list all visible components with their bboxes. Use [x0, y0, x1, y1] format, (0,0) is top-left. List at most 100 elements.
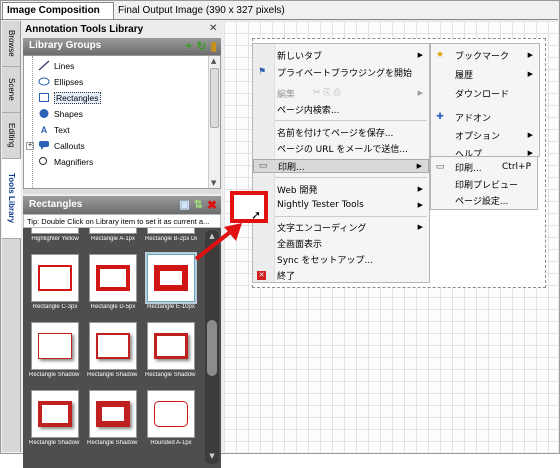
- menu-item-addons[interactable]: ✚ アドオン: [431, 110, 539, 124]
- delete-icon[interactable]: ✖: [207, 198, 217, 212]
- menu-item-label: ページの URL をメールで送信...: [277, 144, 408, 155]
- refresh-icon[interactable]: ↻: [196, 39, 206, 53]
- library-groups-title: Library Groups: [29, 40, 102, 51]
- library-item[interactable]: Rectangle Shadow C-3px: [145, 320, 197, 386]
- expand-icon[interactable]: +: [26, 141, 34, 150]
- menu-item-save-page[interactable]: 名前を付けてページを保存...: [253, 125, 429, 139]
- submenu-arrow-icon: ▶: [527, 70, 533, 78]
- mouse-cursor-icon: ➚: [251, 208, 262, 222]
- library-scrollbar[interactable]: ▲ ▼: [205, 230, 219, 464]
- menu-item-label: 印刷...: [455, 163, 482, 174]
- tree-item-label: Text: [54, 124, 70, 135]
- output-info: Final Output Image (390 x 327 pixels): [118, 5, 285, 16]
- tab-scene[interactable]: Scene: [2, 67, 21, 113]
- tree-item-label: Shapes: [54, 108, 83, 119]
- menu-item-options[interactable]: オプション ▶: [431, 128, 539, 142]
- tree-item-label: Ellipses: [54, 76, 84, 87]
- library-thumb: [89, 322, 137, 370]
- library-item[interactable]: Rectangle C-3px: [29, 252, 81, 318]
- tree-item-rectangles[interactable]: Rectangles: [38, 90, 101, 105]
- tree-item-shapes[interactable]: Shapes: [38, 106, 83, 121]
- menu-item-edit[interactable]: 編集 ✂ ⎘ ⎙ ▶: [253, 86, 429, 100]
- library-item-label: Highlighter Yellow: [31, 236, 79, 242]
- menu-item-private-browsing[interactable]: ⚑ プライベートブラウジングを開始: [253, 65, 429, 79]
- menu-item-print-preview[interactable]: 印刷プレビュー: [431, 177, 537, 191]
- library-item-label: Rectangle Shadow A-1px: [29, 372, 81, 378]
- menu-separator: [275, 216, 427, 217]
- tree-item-text[interactable]: A Text: [38, 122, 70, 137]
- menu-item-label: アドオン: [455, 113, 492, 124]
- menu-item-history[interactable]: 履歴 ▶: [431, 67, 539, 81]
- library-item[interactable]: Rectangle A-1px: [87, 228, 139, 250]
- scroll-down-icon[interactable]: ▼: [211, 179, 216, 187]
- tree-hscrollbar[interactable]: [23, 189, 221, 194]
- menu-item-nightly-tester[interactable]: Nightly Tester Tools ▶: [253, 198, 429, 212]
- tab-scene-label: Scene: [7, 78, 16, 101]
- menu-item-quit[interactable]: ✕ 終了: [253, 268, 429, 282]
- tab-tools-library[interactable]: Tools Library: [2, 159, 21, 239]
- tab-image-composition[interactable]: Image Composition: [2, 2, 114, 20]
- image-icon[interactable]: ▣: [179, 198, 189, 212]
- library-item[interactable]: Rectangle Shadow A-1px: [29, 320, 81, 386]
- submenu-arrow-icon: ▶: [417, 201, 423, 209]
- tab-browse[interactable]: Browse: [2, 21, 21, 67]
- library-item-label: Rectangle Shadow E-10px: [87, 440, 139, 446]
- menu-item-label: Sync をセットアップ...: [277, 255, 374, 266]
- tab-editing-label: Editing: [7, 123, 16, 148]
- submenu-arrow-icon: ▶: [417, 51, 423, 59]
- submenu-arrow-icon: ▶: [417, 89, 423, 97]
- red-arrow-annotation[interactable]: [190, 215, 250, 265]
- menu-item-encoding[interactable]: 文字エンコーディング ▶: [253, 220, 429, 234]
- close-icon[interactable]: ✕: [209, 24, 219, 34]
- menu-item-print[interactable]: ▭ 印刷... ▶: [253, 159, 429, 173]
- library-thumb: [31, 254, 79, 302]
- menu-item-print-dialog[interactable]: ▭ 印刷... Ctrl+P: [431, 160, 537, 174]
- library-item[interactable]: Rectangle Shadow D-5px: [29, 388, 81, 454]
- library-item[interactable]: Rectangle Shadow E-10px: [87, 388, 139, 454]
- properties-icon[interactable]: ⇅: [194, 198, 203, 212]
- menu-item-find[interactable]: ページ内検索...: [253, 102, 429, 116]
- tab-editing[interactable]: Editing: [2, 113, 21, 159]
- tree-scrollbar[interactable]: ▲ ▼: [208, 56, 220, 188]
- library-item[interactable]: Rectangle Shadow B-2px: [87, 320, 139, 386]
- menu-item-fullscreen[interactable]: 全画面表示: [253, 236, 429, 250]
- text-icon: A: [40, 124, 48, 135]
- tree-item-magnifiers[interactable]: Magnifiers: [38, 154, 93, 169]
- shortcut-label: Ctrl+P: [502, 162, 531, 172]
- library-item[interactable]: Rectangle D-5px: [87, 252, 139, 318]
- library-scroll-thumb[interactable]: [207, 320, 217, 376]
- scroll-up-icon[interactable]: ▲: [211, 57, 216, 65]
- menu-item-label: Web 開発: [277, 185, 318, 196]
- menu-item-page-setup[interactable]: ページ設定...: [431, 193, 537, 207]
- library-groups-tree: Lines Ellipses Rectangles Shapes A Text …: [23, 55, 221, 189]
- rectangles-library-header: Rectangles ▣ ⇅ ✖: [23, 196, 221, 214]
- tree-item-callouts[interactable]: + Callouts: [26, 138, 85, 153]
- tree-item-label: Rectangles: [54, 91, 101, 104]
- rectangle-icon: [38, 92, 50, 103]
- quit-icon: ✕: [257, 270, 266, 280]
- tree-item-label: Callouts: [54, 140, 85, 151]
- menu-item-new-tab[interactable]: 新しいタブ ▶: [253, 48, 429, 62]
- menu-item-label: ページ設定...: [455, 196, 509, 207]
- tree-item-ellipses[interactable]: Ellipses: [38, 74, 83, 89]
- library-thumb: [147, 390, 195, 438]
- menu-item-email-link[interactable]: ページの URL をメールで送信...: [253, 141, 429, 155]
- private-mask-icon: ⚑: [257, 67, 267, 77]
- context-menu-side: ★ ブックマーク ▶ 履歴 ▶ ダウンロード ✚ アドオン オプション ▶ ヘルプ ▶: [430, 43, 540, 160]
- add-icon[interactable]: +: [185, 39, 192, 53]
- menu-item-bookmarks[interactable]: ★ ブックマーク ▶: [431, 48, 539, 62]
- line-icon: [38, 60, 50, 71]
- tree-scroll-thumb[interactable]: [210, 68, 219, 128]
- menu-item-sync[interactable]: Sync をセットアップ...: [253, 252, 429, 266]
- menu-item-web-dev[interactable]: Web 開発 ▶: [253, 182, 429, 196]
- library-thumb: [31, 228, 79, 234]
- library-item[interactable]: Highlighter Yellow: [29, 228, 81, 250]
- menu-item-downloads[interactable]: ダウンロード: [431, 86, 539, 100]
- library-thumb: [89, 390, 137, 438]
- library-book-icon[interactable]: ▮: [210, 39, 217, 53]
- tree-item-lines[interactable]: Lines: [38, 58, 74, 73]
- library-item[interactable]: Rounded A-1px: [145, 388, 197, 454]
- puzzle-icon: ✚: [436, 112, 444, 122]
- tree-item-label: Magnifiers: [54, 156, 94, 167]
- star-icon: ★: [435, 50, 445, 60]
